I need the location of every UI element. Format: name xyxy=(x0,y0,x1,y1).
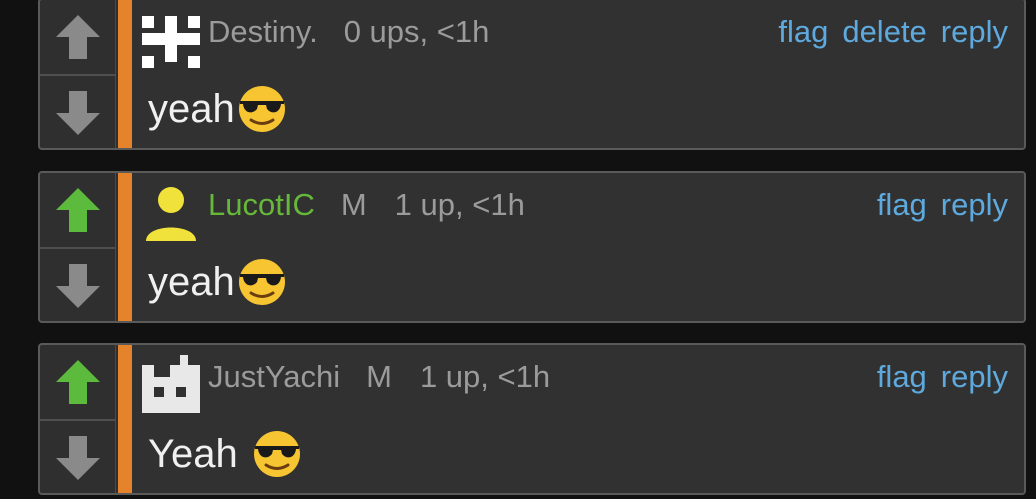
downvote-button[interactable] xyxy=(40,249,116,323)
comment-text: Yeah xyxy=(148,429,302,479)
comment-actions: flag reply xyxy=(863,359,1008,395)
comment-accent-bar xyxy=(118,345,132,493)
vote-column xyxy=(40,345,116,493)
comment-actions: flag reply xyxy=(863,187,1008,223)
upvote-button[interactable] xyxy=(40,173,116,249)
username-link[interactable]: Destiny. xyxy=(208,14,318,49)
avatar[interactable] xyxy=(142,10,200,68)
comment-meta: LucotIC M 1 up, <1h xyxy=(208,187,553,223)
downvote-button[interactable] xyxy=(40,421,116,495)
avatar[interactable] xyxy=(142,183,200,241)
comment-body: Destiny. 0 ups, <1h flag delete reply yeah xyxy=(132,0,1024,148)
vote-column xyxy=(40,0,116,148)
arrow-up-icon xyxy=(54,358,102,406)
comment-card: JustYachi M 1 up, <1h flag reply Yeah xyxy=(38,343,1026,495)
arrow-up-icon xyxy=(54,13,102,61)
vote-column xyxy=(40,173,116,321)
comment-meta: Destiny. 0 ups, <1h xyxy=(208,14,517,50)
comment-body: JustYachi M 1 up, <1h flag reply Yeah xyxy=(132,345,1024,493)
reply-link[interactable]: reply xyxy=(941,187,1008,222)
username-link[interactable]: LucotIC xyxy=(208,187,315,222)
vote-score: 1 up, <1h xyxy=(394,187,525,222)
comment-card: LucotIC M 1 up, <1h flag reply yeah xyxy=(38,171,1026,323)
avatar[interactable] xyxy=(142,355,200,413)
arrow-up-icon xyxy=(54,186,102,234)
flag-link[interactable]: flag xyxy=(877,359,927,394)
arrow-down-icon xyxy=(54,89,102,137)
sunglasses-emoji-icon xyxy=(237,257,287,307)
username-link[interactable]: JustYachi xyxy=(208,359,340,394)
comment-actions: flag delete reply xyxy=(764,14,1008,50)
flag-link[interactable]: flag xyxy=(877,187,927,222)
comment-card: Destiny. 0 ups, <1h flag delete reply yeah xyxy=(38,0,1026,150)
gender-label: M xyxy=(366,359,392,394)
sunglasses-emoji-icon xyxy=(252,429,302,479)
reply-link[interactable]: reply xyxy=(941,359,1008,394)
comment-text-content: Yeah xyxy=(148,431,238,476)
vote-score: 1 up, <1h xyxy=(419,359,551,394)
reply-link[interactable]: reply xyxy=(941,14,1008,49)
vote-score: 0 ups, <1h xyxy=(343,14,490,49)
arrow-down-icon xyxy=(54,434,102,482)
comment-body: LucotIC M 1 up, <1h flag reply yeah xyxy=(132,173,1024,321)
sunglasses-emoji-icon xyxy=(237,84,287,134)
downvote-button[interactable] xyxy=(40,76,116,150)
comment-text: yeah xyxy=(148,84,287,134)
gender-label: M xyxy=(340,187,367,222)
delete-link[interactable]: delete xyxy=(842,14,926,49)
comment-accent-bar xyxy=(118,173,132,321)
comment-meta: JustYachi M 1 up, <1h xyxy=(208,359,578,395)
comment-text-content: yeah xyxy=(148,259,235,304)
flag-link[interactable]: flag xyxy=(778,14,828,49)
comment-text-content: yeah xyxy=(148,86,235,131)
comment-text: yeah xyxy=(148,257,287,307)
upvote-button[interactable] xyxy=(40,0,116,76)
arrow-down-icon xyxy=(54,262,102,310)
comment-accent-bar xyxy=(118,0,132,148)
upvote-button[interactable] xyxy=(40,345,116,421)
